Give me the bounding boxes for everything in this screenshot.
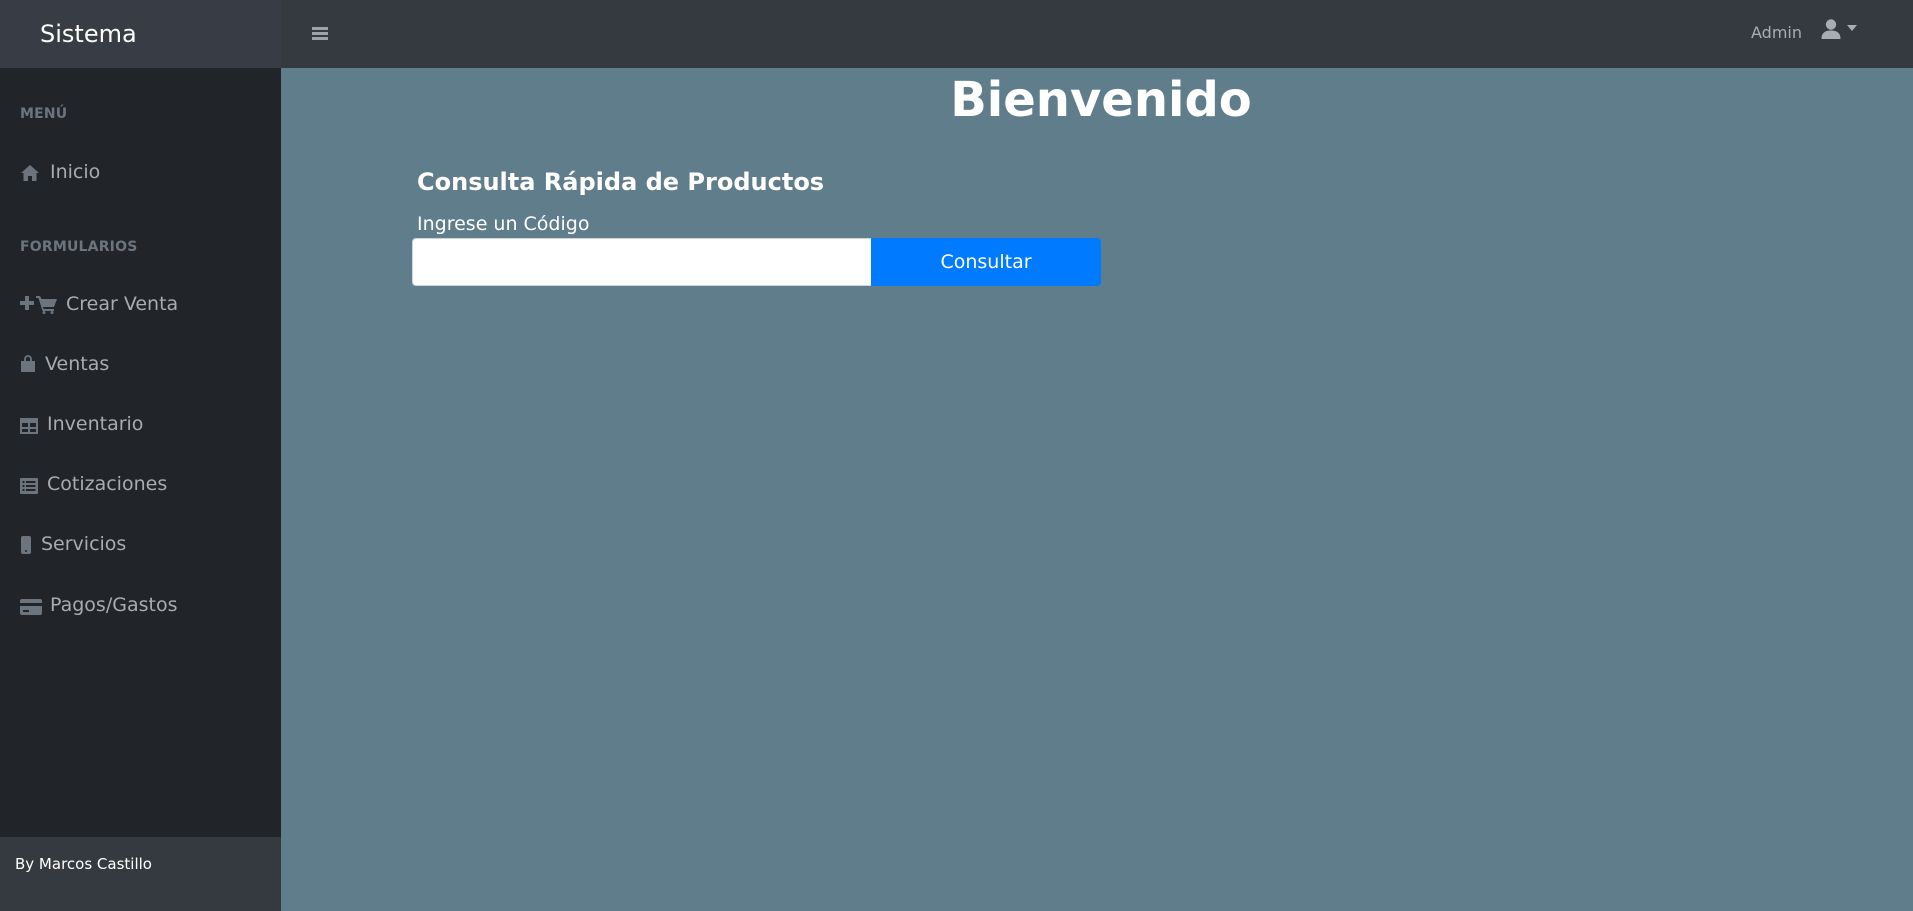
sidebar-item-cotizaciones[interactable]: Cotizaciones — [0, 462, 281, 506]
page-title: Bienvenido — [950, 72, 1252, 128]
shopping-bag-icon — [21, 355, 35, 372]
sidebar-item-label: Cotizaciones — [47, 473, 168, 495]
code-field-label: Ingrese un Código — [417, 213, 590, 235]
sidebar-item-label: Inventario — [47, 413, 144, 435]
sidebar-item-label: Pagos/Gastos — [50, 594, 178, 616]
sidebar-item-label: Crear Venta — [66, 293, 179, 315]
user-name[interactable]: Admin — [1751, 23, 1802, 43]
bars-icon — [312, 27, 328, 30]
list-icon — [20, 478, 38, 494]
sidebar-item-crear-venta[interactable]: Crear Venta — [0, 282, 281, 326]
sidebar-toggle-button[interactable] — [312, 25, 328, 41]
consult-button[interactable]: Consultar — [871, 238, 1101, 286]
sidebar-item-label: Ventas — [45, 353, 110, 375]
add-to-cart-icon — [20, 296, 57, 314]
sidebar-item-label: Inicio — [50, 161, 101, 183]
brand-title[interactable]: Sistema — [40, 0, 137, 68]
sidebar-item-pagos-gastos[interactable]: Pagos/Gastos — [0, 583, 281, 627]
sidebar-item-inventario[interactable]: Inventario — [0, 402, 281, 446]
home-icon — [21, 165, 39, 181]
sidebar-item-ventas[interactable]: Ventas — [0, 342, 281, 386]
bars-icon-line — [312, 32, 328, 35]
sidebar-item-label: Servicios — [41, 533, 127, 555]
top-navbar: Sistema Admin — [0, 0, 1913, 68]
user-menu-button[interactable] — [1820, 16, 1860, 44]
sidebar-heading-menu: MENÚ — [20, 106, 68, 122]
bars-icon-line — [312, 37, 328, 40]
sidebar: MENÚ Inicio FORMULARIOS Crear Venta Vent… — [0, 68, 281, 837]
brand-area: Sistema — [0, 0, 281, 68]
sidebar-heading-formularios: FORMULARIOS — [20, 239, 138, 255]
mobile-icon — [21, 536, 31, 554]
caret-down-icon — [1847, 25, 1857, 31]
quick-search-title: Consulta Rápida de Productos — [417, 168, 825, 196]
main-content: Bienvenido Consulta Rápida de Productos … — [281, 68, 1913, 911]
sidebar-item-servicios[interactable]: Servicios — [0, 522, 281, 566]
product-code-input[interactable] — [412, 238, 872, 286]
table-icon — [20, 418, 38, 434]
credit-card-icon — [20, 599, 42, 615]
user-icon — [1821, 19, 1841, 39]
sidebar-footer-text: By Marcos Castillo — [15, 855, 152, 873]
sidebar-item-inicio[interactable]: Inicio — [0, 150, 281, 194]
sidebar-footer: By Marcos Castillo — [0, 837, 281, 911]
